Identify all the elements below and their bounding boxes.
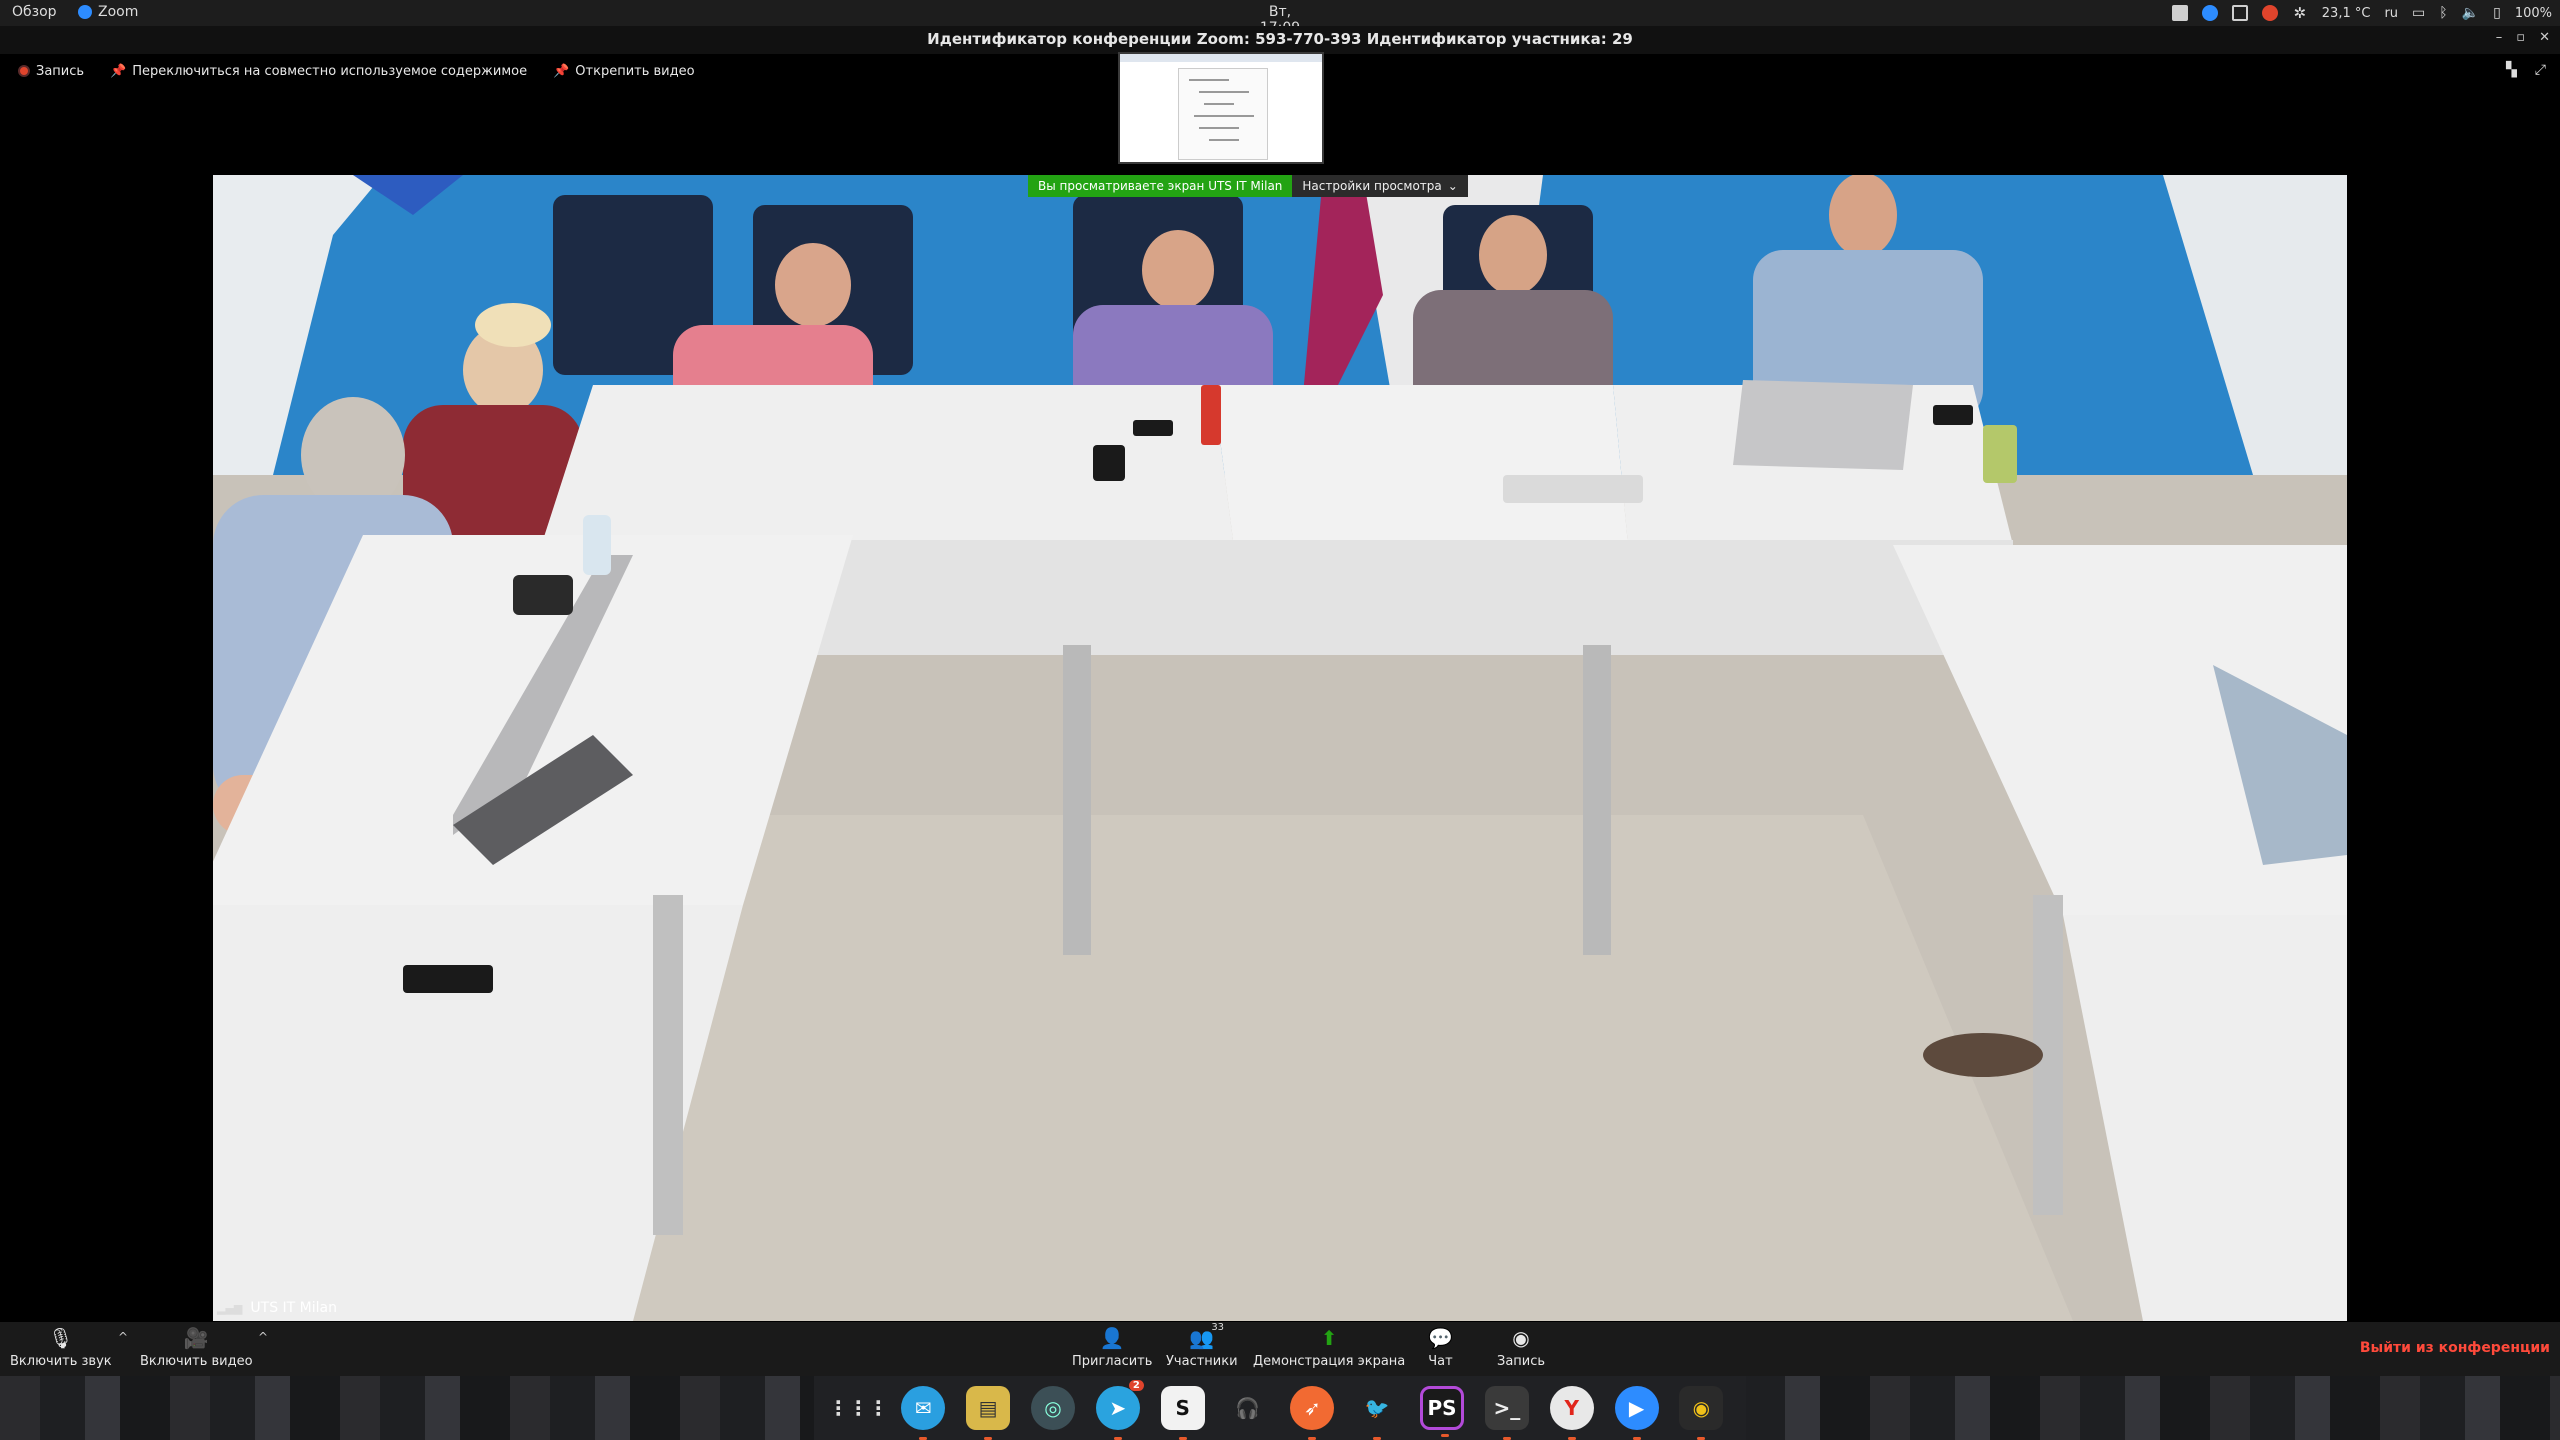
share-screen-label: Демонстрация экрана [1253, 1354, 1406, 1369]
unmute-button[interactable]: 🎙 Включить звук [10, 1326, 112, 1369]
chevron-down-icon: ⌄ [1447, 179, 1458, 193]
record-circle-icon: ◉ [1512, 1326, 1530, 1350]
unpin-video-button[interactable]: 📌 Открепить видео [553, 64, 694, 79]
participants-label: Участники [1166, 1354, 1238, 1369]
activities-overview-button[interactable]: Обзор [12, 4, 57, 20]
add-user-icon: 👤 [1099, 1326, 1125, 1350]
meeting-controls-bar: 🎙 Включить звук ^ 🎥 Включить видео ^ 👤 П… [0, 1322, 2560, 1376]
participants-button[interactable]: 👥 33 Участники [1166, 1322, 1238, 1369]
record-label: Запись [1497, 1354, 1546, 1369]
switch-to-shared-content-button[interactable]: 📌 Переключиться на совместно используемо… [110, 64, 527, 79]
phpstorm-icon[interactable]: PS [1420, 1386, 1465, 1437]
window-title: Идентификатор конференции Zoom: 593-770-… [927, 30, 1633, 48]
unmute-label: Включить звук [10, 1354, 112, 1369]
telegram-unread-badge: 2 [1128, 1380, 1144, 1391]
slack-letter: S [1175, 1396, 1190, 1420]
share-screen-icon: ⬆ [1320, 1326, 1338, 1350]
vpn-icon[interactable]: ◎ [1030, 1386, 1075, 1430]
camera-tray-icon[interactable] [2171, 5, 2188, 21]
switch-shared-label: Переключиться на совместно используемое … [132, 63, 528, 79]
notes-tray-icon[interactable] [2231, 5, 2248, 21]
zoom-app-icon [78, 5, 92, 19]
video-off-icon: 🎥 [183, 1326, 209, 1350]
audio-options-caret[interactable]: ^ [118, 1330, 128, 1344]
record-icon [18, 65, 30, 77]
start-video-button[interactable]: 🎥 Включить видео [140, 1326, 253, 1369]
screen-icon[interactable]: ▭ [2412, 5, 2425, 21]
files-icon[interactable]: ▤ [966, 1386, 1011, 1440]
battery-percent[interactable]: 100% [2515, 6, 2552, 21]
video-options-caret[interactable]: ^ [258, 1330, 268, 1344]
fullscreen-icon[interactable]: ⤢ [2535, 62, 2546, 78]
keyboard-layout-indicator[interactable]: ru [2384, 6, 2398, 21]
system-tray: ✲ 23,1 °C ru ▭ ᛒ 🔈 ▯ 100% [2171, 2, 2552, 24]
headset-icon[interactable]: 🎧 [1225, 1386, 1269, 1430]
viewing-screen-label: Вы просматриваете экран UTS IT Milan [1028, 175, 1293, 197]
thumbnail-toolbar [1120, 54, 1322, 62]
window-titlebar: Идентификатор конференции Zoom: 593-770-… [0, 26, 2560, 54]
maximize-button[interactable]: ▫ [2516, 30, 2525, 45]
desktop-dock-area: ⋮⋮⋮ ✉ ▤ ◎ ➤ 2 S 🎧 ➶ 🐦 PS >_ Y ▶ ◉ [0, 1376, 2560, 1440]
signal-strength-icon: ▂▄▆ [217, 1301, 243, 1315]
invite-button[interactable]: 👤 Пригласить [1072, 1326, 1152, 1369]
participants-icon: 👥 33 [1189, 1322, 1225, 1350]
share-screen-button[interactable]: ⬆ Демонстрация экрана [1253, 1326, 1405, 1369]
close-button[interactable]: ✕ [2539, 30, 2550, 45]
bird-icon[interactable]: 🐦 [1355, 1386, 1399, 1440]
phpstorm-letters: PS [1427, 1396, 1457, 1420]
invite-label: Пригласить [1072, 1354, 1153, 1369]
notification-tray-icon[interactable] [2261, 5, 2278, 21]
shared-screen-thumbnail[interactable] [1118, 52, 1324, 164]
pin-icon: 📌 [110, 63, 127, 79]
mail-icon[interactable]: ✉ [901, 1386, 946, 1440]
leave-meeting-button[interactable]: Выйти из конференции [2360, 1340, 2550, 1356]
volume-icon[interactable]: 🔈 [2462, 5, 2479, 21]
screen-share-notice: Вы просматриваете экран UTS IT Milan Нас… [1028, 175, 1468, 197]
record-button[interactable]: ◉ Запись [1497, 1326, 1545, 1369]
recording-label: Запись [36, 63, 85, 79]
muted-microphone-icon: 🎙 [48, 1326, 74, 1350]
apps-grid-icon[interactable]: ⋮⋮⋮ [828, 1386, 888, 1430]
minimize-button[interactable]: – [2496, 30, 2503, 45]
yandex-browser-icon[interactable]: Y [1549, 1386, 1594, 1440]
chat-bubble-icon: 💬 [1428, 1326, 1453, 1350]
system-top-bar: Обзор Zoom Вт, 17:09 ✲ 23,1 °C ru ▭ ᛒ 🔈 … [0, 0, 2560, 36]
speaker-name-tag: ▂▄▆ UTS IT Milan [217, 1300, 337, 1316]
thumbnail-document-page [1178, 68, 1268, 160]
meeting-top-strip: Запись 📌 Переключиться на совместно испо… [0, 58, 695, 84]
view-options-label: Настройки просмотра [1302, 179, 1442, 193]
bluetooth-icon[interactable]: ᛒ [2439, 5, 2447, 21]
meeting-room-scene [213, 175, 2347, 1321]
battery-icon[interactable]: ▯ [2493, 5, 2501, 21]
start-video-label: Включить видео [140, 1354, 253, 1369]
terminal-icon[interactable]: >_ [1484, 1386, 1529, 1440]
telegram-icon[interactable]: ➤ 2 [1095, 1380, 1144, 1440]
compass-icon[interactable]: ➶ [1290, 1386, 1335, 1440]
speaker-name: UTS IT Milan [250, 1300, 337, 1316]
speaker-app-icon[interactable]: ◉ [1679, 1386, 1724, 1440]
chat-label: Чат [1428, 1354, 1453, 1369]
unpin-label: Открепить видео [575, 63, 695, 79]
weather-indicator[interactable]: 23,1 °C [2322, 6, 2371, 21]
app-menu[interactable]: Zoom [78, 4, 138, 20]
slack-icon[interactable]: S [1160, 1386, 1205, 1440]
zoom-tray-icon[interactable] [2201, 5, 2218, 21]
zoom-dock-icon[interactable]: ▶ [1614, 1386, 1659, 1440]
gear-tray-icon[interactable]: ✲ [2292, 5, 2308, 21]
app-menu-label: Zoom [98, 4, 139, 20]
gallery-view-icon[interactable]: ▚ [2506, 62, 2517, 78]
participants-count: 33 [1211, 1322, 1225, 1333]
dock: ⋮⋮⋮ ✉ ▤ ◎ ➤ 2 S 🎧 ➶ 🐦 PS >_ Y ▶ ◉ [814, 1376, 1746, 1440]
chat-button[interactable]: 💬 Чат [1428, 1326, 1453, 1369]
recording-indicator[interactable]: Запись [18, 64, 84, 79]
unpin-icon: 📌 [553, 63, 570, 79]
view-options-dropdown[interactable]: Настройки просмотра ⌄ [1292, 175, 1468, 197]
active-speaker-video[interactable] [213, 175, 2347, 1321]
